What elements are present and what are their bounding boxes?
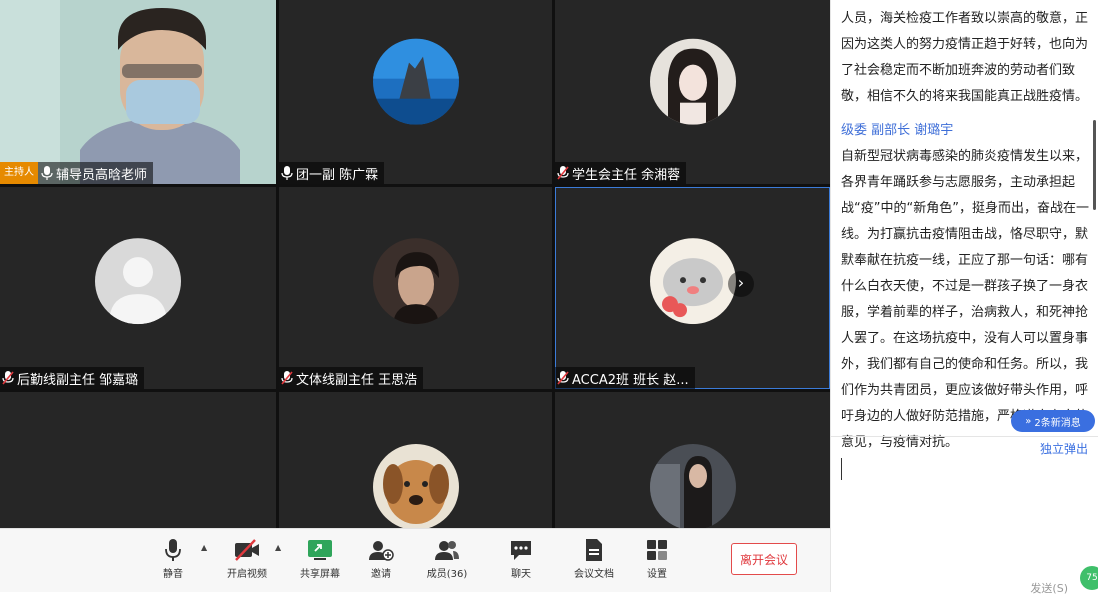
share-screen-icon [292, 535, 348, 565]
start-video-button[interactable]: 开启视频 [219, 535, 275, 580]
chat-scrollbar[interactable] [1093, 120, 1096, 210]
avatar-image [372, 38, 459, 125]
host-badge: 主持人 [0, 162, 38, 184]
members-icon [419, 535, 475, 565]
mute-label: 静音 [163, 569, 183, 580]
participant-name: ACCA2班 班长 赵... [572, 372, 689, 388]
video-tile[interactable]: 文体线副主任 王思浩 [279, 187, 552, 389]
name-tag: 学生会主任 余湘蓉 [555, 162, 687, 184]
document-icon [566, 535, 622, 565]
status-badge: 75 [1080, 566, 1098, 590]
chat-message-text: 人员，海关检疫工作者致以崇高的敬意，正因为这类人的努力疫情正趋于好转，也向为了社… [841, 11, 1089, 104]
avatar [649, 238, 736, 325]
mic-muted-icon [557, 371, 569, 385]
video-tile[interactable] [555, 392, 830, 528]
avatar [95, 238, 181, 325]
mic-on-icon [41, 166, 53, 180]
avatar-image [649, 38, 736, 125]
mic-on-icon [281, 166, 293, 180]
mic-muted-icon [557, 166, 569, 180]
settings-label: 设置 [647, 569, 667, 580]
invite-button[interactable]: 邀请 [353, 535, 409, 580]
video-tile[interactable] [279, 392, 552, 528]
chat-message-sender: 级委 副部长 谢璐宇 [841, 123, 954, 138]
share-screen-label: 共享屏幕 [300, 569, 340, 580]
share-screen-button[interactable]: 共享屏幕 [292, 535, 348, 580]
avatar [372, 38, 459, 125]
avatar-image [372, 444, 459, 528]
new-messages-button[interactable]: » 2条新消息 [1011, 410, 1095, 432]
video-tile[interactable] [0, 392, 276, 528]
mic-muted-icon [281, 371, 293, 385]
camera-feed [0, 0, 276, 184]
settings-grid-icon [629, 535, 685, 565]
video-tile-active[interactable]: › ACCA2班 班长 赵... [555, 187, 830, 389]
members-label: 成员(36) [426, 569, 468, 580]
video-tile[interactable]: 团一副 陈广霖 [279, 0, 552, 184]
video-options-caret-icon[interactable]: ▲ [275, 543, 281, 552]
participant-name: 学生会主任 余湘蓉 [572, 167, 681, 183]
default-avatar-icon [95, 238, 181, 325]
start-video-label: 开启视频 [227, 569, 267, 580]
avatar-image [649, 444, 736, 528]
chat-message-list[interactable]: 人员，海关检疫工作者致以崇高的敬意，正因为这类人的努力疫情正趋于好转，也向为了社… [841, 6, 1093, 456]
meeting-docs-label: 会议文档 [574, 569, 614, 580]
avatar [372, 238, 459, 325]
avatar [372, 444, 459, 528]
host-camera-image [0, 0, 276, 184]
chat-divider [831, 436, 1098, 437]
participant-name: 文体线副主任 王思浩 [296, 372, 418, 388]
participant-name: 后勤线副主任 邹嘉璐 [17, 372, 139, 388]
chat-icon [493, 535, 549, 565]
microphone-icon [145, 535, 201, 565]
meeting-toolbar: 静音 ▲ 开启视频 ▲ 共享屏幕 邀请 成员(36) 聊天 会议文档 设置 离开… [0, 528, 830, 592]
video-tile[interactable]: 学生会主任 余湘蓉 [555, 0, 830, 184]
avatar [649, 444, 736, 528]
mic-muted-icon [2, 371, 14, 385]
participant-name: 团一副 陈广霖 [296, 167, 379, 183]
name-tag: 主持人 辅导员高晗老师 [0, 162, 154, 184]
chat-label: 聊天 [511, 569, 531, 580]
invite-label: 邀请 [371, 569, 391, 580]
leave-meeting-button[interactable]: 离开会议 [731, 543, 797, 575]
audio-options-caret-icon[interactable]: ▲ [201, 543, 207, 552]
members-button[interactable]: 成员(36) [419, 535, 475, 580]
video-grid: 主持人 辅导员高晗老师 团一副 陈广霖 学生会主任 余湘蓉 后勤线副主任 邹嘉璐… [0, 0, 830, 528]
chat-panel: 人员，海关检疫工作者致以崇高的敬意，正因为这类人的努力疫情正趋于好转，也向为了社… [830, 0, 1098, 595]
name-tag: 文体线副主任 王思浩 [279, 367, 424, 389]
new-messages-label: 2条新消息 [1034, 417, 1081, 429]
send-button[interactable]: 发送(S) [1030, 580, 1068, 596]
avatar-image [372, 238, 459, 325]
camera-off-icon [219, 535, 275, 565]
double-chevron-down-icon: » [1025, 415, 1032, 427]
video-tile-host[interactable]: 主持人 辅导员高晗老师 [0, 0, 276, 184]
name-tag: ACCA2班 班长 赵... [555, 367, 695, 389]
meeting-docs-button[interactable]: 会议文档 [566, 535, 622, 580]
participant-name: 辅导员高晗老师 [56, 167, 148, 183]
name-tag: 后勤线副主任 邹嘉璐 [0, 367, 145, 389]
name-tag: 团一副 陈广霖 [279, 162, 385, 184]
avatar [649, 38, 736, 125]
mute-button[interactable]: 静音 [145, 535, 201, 580]
video-tile[interactable]: 后勤线副主任 邹嘉璐 [0, 187, 276, 389]
avatar-image [649, 238, 736, 325]
settings-button[interactable]: 设置 [629, 535, 685, 580]
add-user-icon [353, 535, 409, 565]
chat-input-caret [841, 458, 842, 480]
chat-button[interactable]: 聊天 [493, 535, 549, 580]
next-page-arrow-icon[interactable]: › [728, 271, 754, 297]
popout-chat-link[interactable]: 独立弹出 [1040, 440, 1088, 457]
